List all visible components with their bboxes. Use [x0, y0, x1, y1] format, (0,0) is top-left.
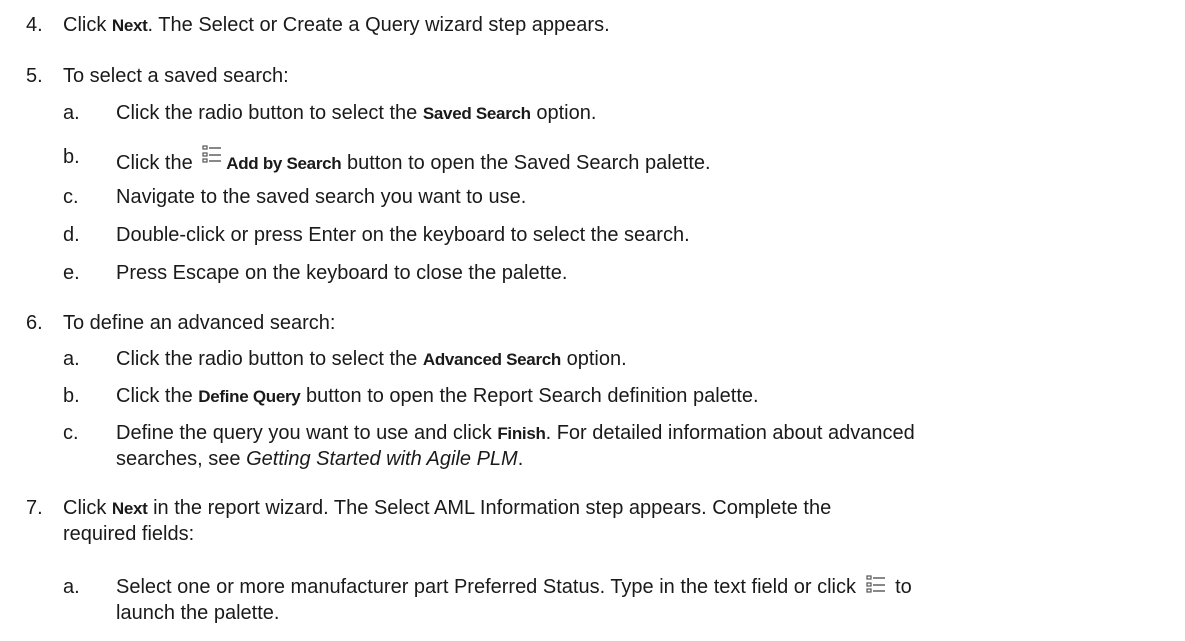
ui-term-advanced-search: Advanced Search: [422, 350, 562, 369]
substep-letter: c.: [63, 186, 79, 208]
substep-letter: e.: [63, 262, 80, 284]
step-text: To select a saved search:: [63, 65, 289, 87]
substep-text: Click the Define Query button to open th…: [116, 385, 759, 407]
ui-term-next: Next: [111, 499, 148, 518]
step-text: Click Next. The Select or Create a Query…: [63, 14, 610, 36]
ui-term-define-query: Define Query: [198, 387, 301, 406]
ui-term-finish: Finish: [497, 424, 546, 443]
document-page: 4. Click Next. The Select or Create a Qu…: [0, 0, 1185, 641]
step-number: 7.: [26, 497, 43, 519]
substep-text: Select one or more manufacturer part Pre…: [116, 575, 912, 598]
step-text-continued: required fields:: [63, 523, 195, 545]
substep-text: Press Escape on the keyboard to close th…: [116, 262, 568, 284]
step-number: 6.: [26, 312, 43, 334]
substep-text: Double-click or press Enter on the keybo…: [116, 224, 690, 246]
substep-letter: c.: [63, 422, 79, 444]
substep-text: Define the query you want to use and cli…: [116, 422, 915, 444]
substep-letter: a.: [63, 102, 80, 124]
list-icon: [865, 575, 886, 595]
substep-letter: b.: [63, 146, 80, 168]
ui-term-saved-search: Saved Search: [422, 104, 531, 123]
substep-letter: a.: [63, 348, 80, 370]
book-title: Getting Started with Agile PLM: [246, 448, 518, 470]
substep-text: Click the radio button to select the Sav…: [116, 102, 597, 124]
substep-letter: b.: [63, 385, 80, 407]
ui-term-next: Next: [111, 16, 148, 35]
substep-text: Click the radio button to select the Adv…: [116, 348, 627, 370]
substep-text-continued: searches, see Getting Started with Agile…: [116, 448, 524, 470]
substep-text: Navigate to the saved search you want to…: [116, 186, 527, 208]
substep-text-continued: launch the palette.: [116, 602, 280, 624]
substep-text: Click the Add by Search button to open t…: [116, 145, 711, 176]
substep-letter: d.: [63, 224, 80, 246]
step-number: 4.: [26, 14, 43, 36]
substep-letter: a.: [63, 576, 80, 598]
step-text: To define an advanced search:: [63, 312, 336, 334]
ui-term-add-by-search: Add by Search: [226, 154, 342, 173]
list-icon: [202, 145, 222, 165]
step-text: Click Next in the report wizard. The Sel…: [63, 497, 832, 519]
step-number: 5.: [26, 65, 43, 87]
